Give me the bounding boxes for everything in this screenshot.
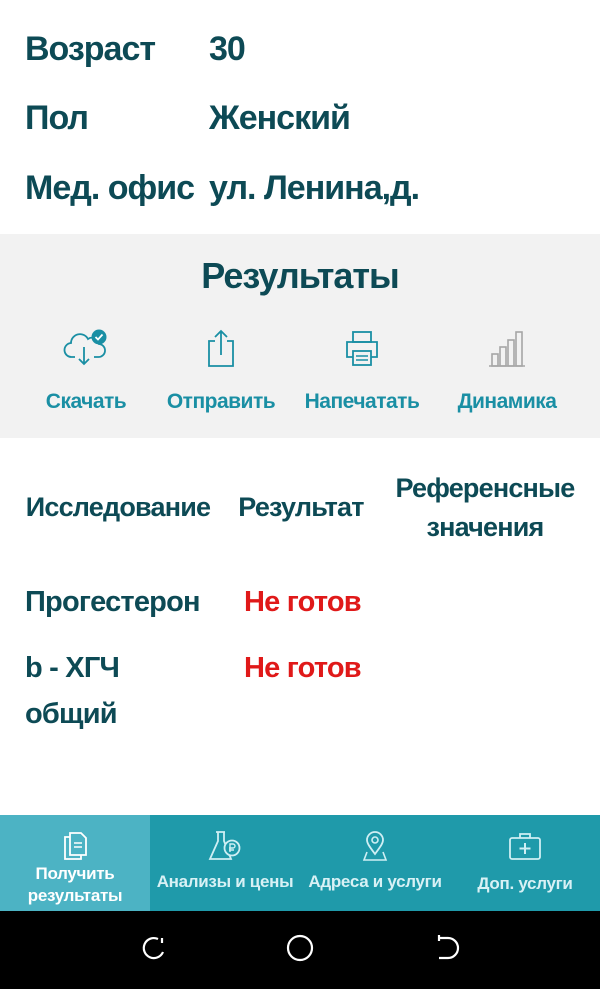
dynamics-button[interactable]: Динамика [437,322,577,438]
results-actions: Скачать Отправить Напечатать Динамика [0,322,600,438]
patient-info: Возраст 30 Пол Женский Мед. офис ул. Лен… [0,0,600,234]
study-name-line2: общий [25,698,118,730]
study-name: b - ХГЧ общий [25,645,120,737]
column-header-reference-line1: Референсные [395,473,575,503]
send-label: Отправить [166,390,276,413]
first-aid-kit-icon [507,829,543,863]
bottom-tabbar: Получить результаты Анализы и цены Адрес… [0,815,600,911]
share-icon [205,326,237,370]
flask-icon [207,829,243,863]
sex-value: Женский [209,98,351,137]
office-label: Мед. офис [25,168,195,207]
tab-tests-and-prices[interactable]: Анализы и цены [150,815,300,911]
tab-extra-services[interactable]: Доп. услуги [450,815,600,911]
print-icon [342,326,382,370]
document-icon [62,829,88,863]
print-button[interactable]: Напечатать [292,322,432,438]
home-icon [285,933,315,968]
results-title: Результаты [201,255,400,296]
sex-row: Пол Женский [25,93,351,143]
column-header-study: Исследование [25,492,211,522]
tab-addresses-and-services-label: Адреса и услуги [308,872,442,891]
column-header-reference-line2: значения [426,512,544,542]
tab-extra-services-label: Доп. услуги [477,874,573,893]
result-status: Не готов [244,652,362,684]
location-pin-icon [361,829,389,863]
tab-get-results-label-line1: Получить [35,864,115,883]
study-name-line1: b - ХГЧ [25,652,120,684]
recent-apps-icon [140,934,168,967]
column-header-result: Результат [238,492,364,522]
age-row: Возраст 30 [25,24,246,74]
tab-tests-and-prices-label: Анализы и цены [156,872,294,891]
result-status: Не готов [244,586,362,618]
system-navigation-bar [0,911,600,989]
bar-chart-icon [487,326,527,370]
office-row: Мед. офис ул. Ленина,д. [25,163,420,213]
home-button[interactable] [283,933,317,967]
study-name: Прогестерон [25,586,201,618]
dynamics-label: Динамика [457,390,557,413]
back-icon [431,934,461,967]
column-header-reference: Референсные значения [392,469,578,547]
tab-get-results-label-line2: результаты [27,886,123,905]
tab-addresses-and-services[interactable]: Адреса и услуги [300,815,450,911]
print-label: Напечатать [304,390,420,413]
age-label: Возраст [25,29,156,68]
send-button[interactable]: Отправить [151,322,291,438]
download-button[interactable]: Скачать [16,322,156,438]
download-label: Скачать [45,390,127,413]
recent-apps-button[interactable] [137,933,171,967]
back-button[interactable] [429,933,463,967]
sex-label: Пол [25,98,89,137]
tab-get-results[interactable]: Получить результаты [0,815,150,911]
age-value: 30 [209,29,246,68]
cut-off-text-fragment [207,0,237,4]
tab-get-results-label: Получить результаты [27,863,123,907]
cloud-download-icon [63,326,109,370]
office-value: ул. Ленина,д. [209,168,420,207]
